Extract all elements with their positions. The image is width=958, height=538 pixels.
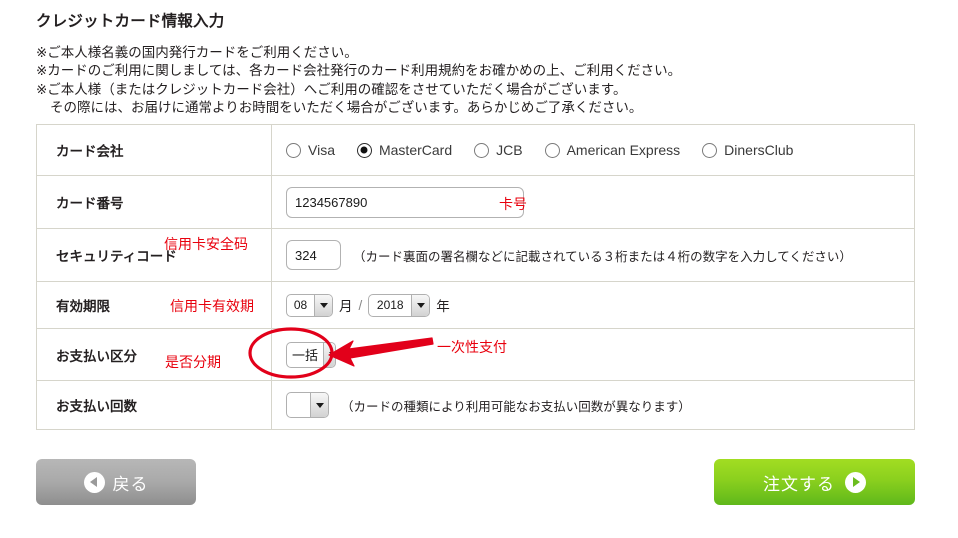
payment-count-select[interactable] <box>286 392 329 418</box>
radio-label-jcb: JCB <box>496 142 523 158</box>
credit-card-form-table: カード会社 Visa MasterCard JCB American Expre… <box>36 124 915 430</box>
payment-type-select[interactable]: 一括 <box>286 341 336 368</box>
cell-payment-count: （カードの種類により利用可能なお支払い回数が異なります） <box>271 380 915 430</box>
notice-line-2: ※カードのご利用に関しましては、各カード会社発行のカード利用規約をお確かめの上、… <box>36 63 682 79</box>
back-button-label: 戻る <box>112 474 149 494</box>
back-button[interactable]: 戻る <box>36 459 196 505</box>
radio-option-jcb[interactable]: JCB <box>474 142 523 158</box>
security-code-input[interactable] <box>286 240 341 270</box>
page-title: クレジットカード情報入力 <box>36 13 225 30</box>
radio-option-dinersclub[interactable]: DinersClub <box>702 142 793 158</box>
row-payment-count: お支払い回数 （カードの種類により利用可能なお支払い回数が異なります） <box>36 380 915 430</box>
row-card-company: カード会社 Visa MasterCard JCB American Expre… <box>36 124 915 176</box>
expiry-year-unit: 年 <box>436 299 450 314</box>
order-button[interactable]: 注文する <box>714 459 915 505</box>
expiry-month-select[interactable]: 08 <box>286 293 333 317</box>
arrow-left-circle-icon <box>83 471 105 493</box>
arrow-right-circle-icon <box>845 471 866 493</box>
row-expiry: 有効期限 08 月 / 2018 年 <box>36 281 915 329</box>
radio-label-mastercard: MasterCard <box>378 142 453 158</box>
label-payment-type: お支払い区分 <box>36 328 272 381</box>
cell-expiry: 08 月 / 2018 年 <box>271 281 915 329</box>
annotation-lump-sum: 一次性支付 <box>437 339 507 355</box>
notice-line-3: ※ご本人様（またはクレジットカード会社）へご利用の確認をさせていただく場合がござ… <box>36 81 627 97</box>
notice-line-4: その際には、お届けに通常よりお時間をいただく場合がございます。あらかじめご了承く… <box>50 100 643 116</box>
payment-count-hint: （カードの種類により利用可能なお支払い回数が異なります） <box>341 399 691 414</box>
cell-card-company: Visa MasterCard JCB American Express Din… <box>271 124 915 176</box>
cell-card-number <box>271 175 915 229</box>
radio-label-dinersclub: DinersClub <box>724 142 794 158</box>
credit-card-form-page: クレジットカード情報入力 ※ご本人様名義の国内発行カードをご利用ください。 ※カ… <box>0 0 958 538</box>
expiry-month-value: 08 <box>293 298 308 312</box>
order-button-label: 注文する <box>763 474 835 494</box>
radio-circle-icon <box>286 142 301 158</box>
chevron-down-icon <box>323 342 335 367</box>
annotation-card-number: 卡号 <box>499 196 527 212</box>
expiry-year-value: 2018 <box>376 298 404 312</box>
card-number-input[interactable] <box>286 186 524 218</box>
label-card-number: カード番号 <box>36 175 272 229</box>
radio-circle-selected-icon <box>356 142 372 158</box>
cell-security-code: （カード裏面の署名欄などに記載されている３桁または４桁の数字を入力してください） <box>271 228 915 282</box>
expiry-separator: / <box>358 297 363 313</box>
cell-payment-type: 一括 <box>271 328 915 381</box>
radio-option-american-express[interactable]: American Express <box>544 142 681 158</box>
label-payment-count: お支払い回数 <box>36 380 272 430</box>
expiry-year-select[interactable]: 2018 <box>368 293 431 317</box>
notice-line-1: ※ご本人様名義の国内発行カードをご利用ください。 <box>36 45 358 60</box>
radio-circle-icon <box>544 142 560 158</box>
row-card-number: カード番号 <box>36 175 915 229</box>
chevron-down-icon <box>310 393 328 417</box>
annotation-expiry: 信用卡有效期 <box>170 298 254 314</box>
radio-label-american-express: American Express <box>566 142 681 158</box>
radio-circle-icon <box>702 142 718 158</box>
expiry-month-unit: 月 <box>339 299 353 314</box>
radio-label-visa: Visa <box>308 142 335 158</box>
radio-circle-icon <box>474 142 490 158</box>
chevron-down-icon <box>314 294 332 316</box>
radio-option-visa[interactable]: Visa <box>286 142 335 158</box>
security-code-hint: （カード裏面の署名欄などに記載されている３桁または４桁の数字を入力してください） <box>353 249 852 264</box>
payment-type-value: 一括 <box>292 348 319 363</box>
annotation-payment-type: 是否分期 <box>165 354 221 370</box>
notice-text-block: ※ご本人様名義の国内発行カードをご利用ください。 ※カードのご利用に関しましては… <box>36 44 681 118</box>
chevron-down-icon <box>411 294 430 316</box>
card-company-radio-group[interactable]: Visa MasterCard JCB American Express Din… <box>286 142 793 158</box>
radio-option-mastercard[interactable]: MasterCard <box>356 142 453 158</box>
payment-count-value <box>287 393 310 417</box>
annotation-security-code: 信用卡安全码 <box>164 236 248 252</box>
label-card-company: カード会社 <box>36 124 272 176</box>
